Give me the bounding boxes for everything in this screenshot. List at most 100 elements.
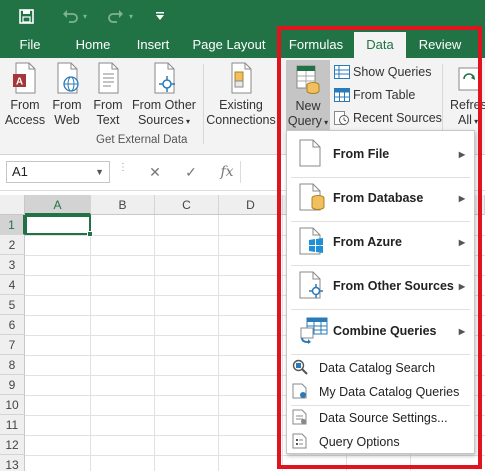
chevron-down-icon: ▾ — [321, 118, 329, 127]
file-icon — [299, 139, 321, 170]
select-all-button[interactable] — [0, 195, 25, 215]
other-sources-icon — [299, 271, 325, 302]
undo-dropdown-icon[interactable]: ▾ — [78, 5, 92, 27]
column-header[interactable]: B — [91, 195, 155, 215]
cancel-button[interactable]: ✕ — [142, 161, 168, 183]
menu-item-label: From Database — [333, 191, 424, 205]
new-query-icon — [295, 63, 321, 95]
tab-page-layout[interactable]: Page Layout — [188, 32, 270, 58]
column-header[interactable]: D — [219, 195, 283, 215]
menu-item-data-source-settings[interactable]: Data Source Settings... — [287, 406, 474, 430]
existing-connections-label-2: Connections — [206, 113, 276, 127]
grid-line — [282, 215, 283, 471]
from-access-label-2: Access — [4, 113, 46, 127]
new-query-menu: From File ▶ From Database ▶ From Azure ▶… — [286, 130, 475, 454]
name-box[interactable]: A1 ▼ — [6, 161, 110, 183]
chevron-down-icon: ▾ — [471, 117, 479, 126]
from-other-sources-button[interactable]: From Other Sources ▾ — [130, 62, 198, 129]
column-header[interactable]: C — [155, 195, 219, 215]
row-header[interactable]: 7 — [0, 335, 25, 355]
chevron-right-icon: ▶ — [458, 149, 465, 159]
row-header[interactable]: 4 — [0, 275, 25, 295]
tab-review[interactable]: Review — [410, 32, 470, 58]
svg-text:A: A — [16, 77, 23, 88]
from-access-button[interactable]: A From Access — [4, 62, 46, 128]
from-text-label-1: From — [93, 98, 123, 112]
row-header[interactable]: 2 — [0, 235, 25, 255]
menu-item-label: Query Options — [319, 435, 400, 449]
chevron-right-icon: ▶ — [458, 193, 465, 203]
row-header[interactable]: 1 — [0, 215, 25, 235]
row-header[interactable]: 11 — [0, 415, 25, 435]
refresh-all-label-2: All — [458, 113, 472, 127]
menu-item-combine-queries[interactable]: Combine Queries ▶ — [287, 309, 474, 353]
row-header[interactable]: 8 — [0, 355, 25, 375]
menu-item-my-data-catalog-queries[interactable]: My Data Catalog Queries — [287, 380, 474, 404]
existing-connections-icon — [228, 62, 254, 94]
menu-separator — [291, 354, 470, 355]
redo-dropdown-icon[interactable]: ▾ — [124, 5, 138, 27]
row-header[interactable]: 5 — [0, 295, 25, 315]
row-header[interactable]: 6 — [0, 315, 25, 335]
from-web-button[interactable]: From Web — [49, 62, 85, 128]
from-text-label-2: Text — [96, 113, 120, 127]
name-box-value: A1 — [12, 164, 28, 179]
row-header[interactable]: 9 — [0, 375, 25, 395]
menu-item-label: From File — [333, 147, 390, 161]
from-other-sources-label-2: Sources — [137, 113, 184, 127]
from-text-button[interactable]: From Text — [89, 62, 127, 128]
chevron-right-icon: ▶ — [458, 326, 465, 336]
from-table-icon — [334, 88, 350, 102]
refresh-icon — [456, 62, 482, 94]
menu-item-label: Data Source Settings... — [319, 411, 448, 425]
new-query-button[interactable]: New Query ▾ — [286, 60, 330, 132]
fill-handle[interactable] — [87, 231, 93, 237]
menu-item-label: My Data Catalog Queries — [319, 385, 460, 399]
recent-sources-button[interactable]: Recent Sources — [334, 108, 442, 128]
from-table-button[interactable]: From Table — [334, 85, 415, 105]
menu-item-from-other-sources[interactable]: From Other Sources ▶ — [287, 264, 474, 308]
new-query-label-1: New — [295, 99, 321, 113]
row-header[interactable]: 12 — [0, 435, 25, 455]
from-table-label: From Table — [353, 88, 416, 102]
new-query-label-2: Query — [287, 114, 322, 128]
save-icon[interactable] — [14, 5, 38, 27]
from-web-label-1: From — [52, 98, 82, 112]
from-web-label-2: Web — [54, 113, 80, 127]
web-icon — [54, 62, 80, 94]
insert-function-button[interactable]: fx — [214, 161, 240, 183]
tab-insert[interactable]: Insert — [128, 32, 178, 58]
get-external-data-group-label: Get External Data — [96, 134, 188, 146]
text-file-icon — [95, 62, 121, 94]
active-cell[interactable] — [25, 215, 93, 237]
show-queries-label: Show Queries — [353, 65, 432, 79]
resize-handle-icon[interactable]: ⋮ — [118, 163, 128, 173]
customize-qat-icon[interactable] — [148, 5, 172, 27]
column-header[interactable]: A — [25, 195, 91, 215]
menu-item-from-azure[interactable]: From Azure ▶ — [287, 220, 474, 264]
existing-connections-button[interactable]: Existing Connections — [206, 62, 276, 128]
tab-formulas[interactable]: Formulas — [282, 32, 350, 58]
enter-button[interactable]: ✓ — [178, 161, 204, 183]
refresh-all-button[interactable]: Refresh All ▾ — [450, 62, 485, 129]
azure-icon — [299, 227, 325, 258]
chevron-down-icon[interactable]: ▼ — [95, 162, 104, 182]
from-access-label-1: From — [10, 98, 40, 112]
chevron-down-icon: ▾ — [183, 117, 191, 126]
grid-line — [25, 455, 485, 456]
row-header[interactable]: 13 — [0, 455, 25, 471]
row-header[interactable]: 3 — [0, 255, 25, 275]
menu-item-from-file[interactable]: From File ▶ — [287, 132, 474, 176]
tab-data[interactable]: Data — [354, 32, 406, 58]
menu-item-label: Data Catalog Search — [319, 361, 436, 375]
menu-item-label: From Azure — [333, 235, 402, 249]
tab-home[interactable]: Home — [66, 32, 120, 58]
menu-item-data-catalog-search[interactable]: Data Catalog Search — [287, 356, 474, 380]
menu-item-from-database[interactable]: From Database ▶ — [287, 176, 474, 220]
row-header[interactable]: 10 — [0, 395, 25, 415]
group-divider — [203, 64, 204, 144]
catalog-search-icon — [292, 359, 308, 378]
menu-item-query-options[interactable]: Query Options — [287, 430, 474, 454]
show-queries-button[interactable]: Show Queries — [334, 62, 432, 82]
tab-file[interactable]: File — [10, 32, 50, 58]
